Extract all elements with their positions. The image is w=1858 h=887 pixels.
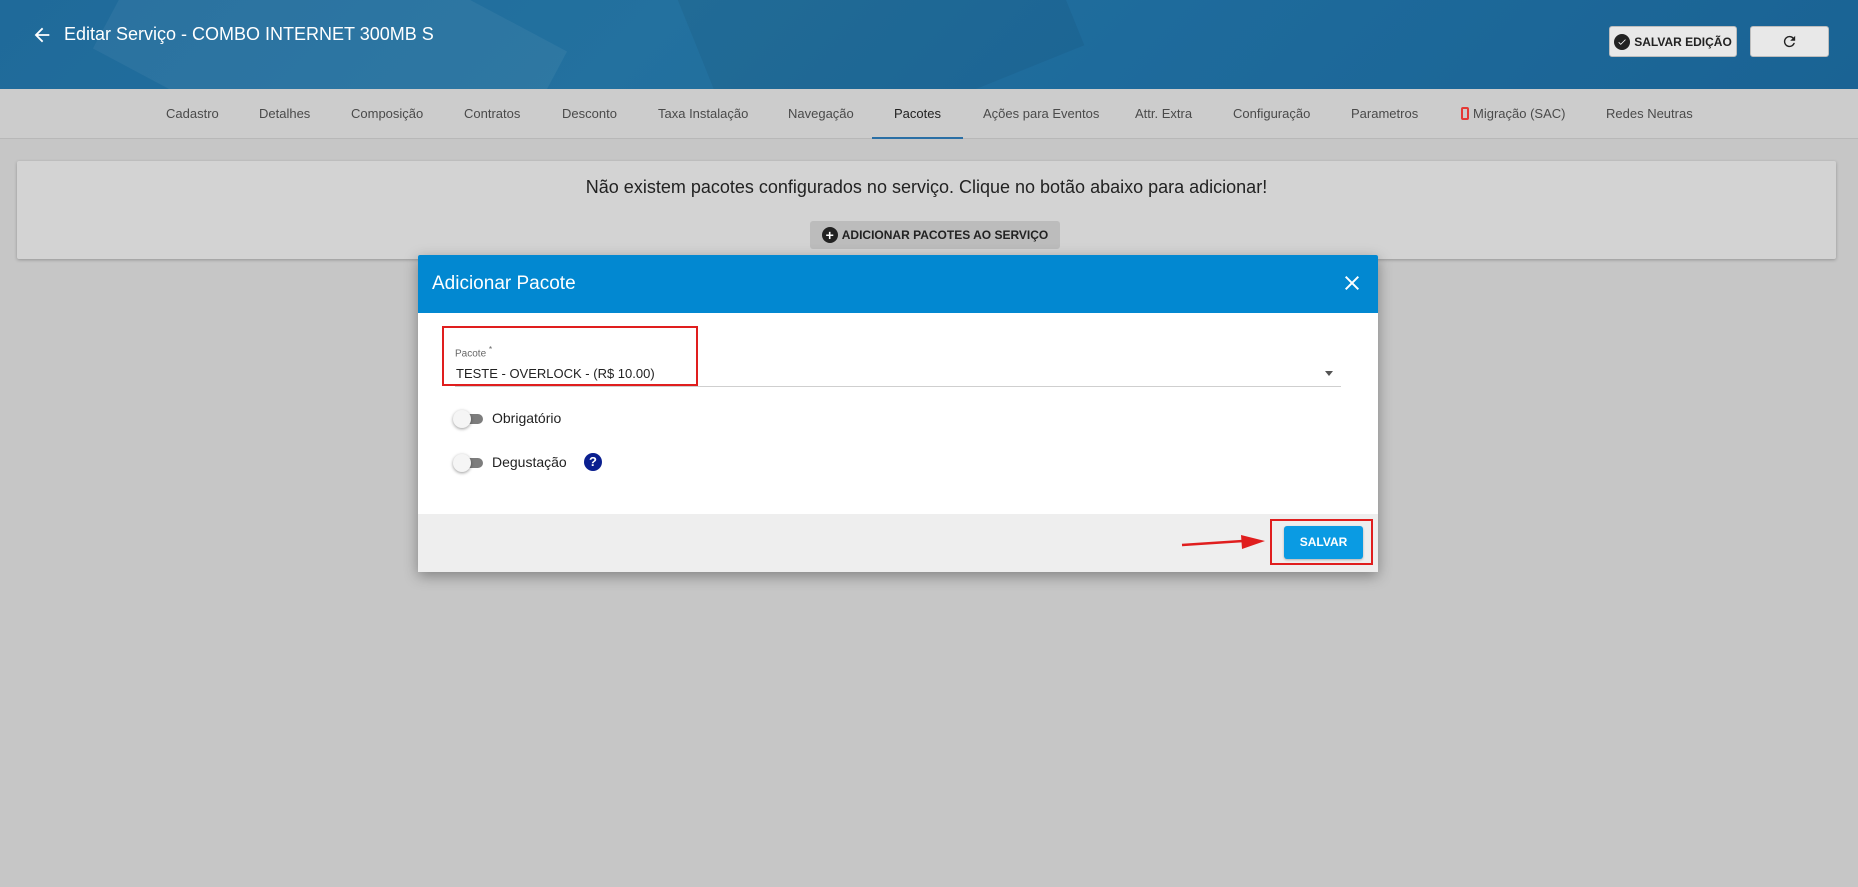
tab-bar: Cadastro Detalhes Composição Contratos D… — [0, 89, 1858, 139]
tab-desconto[interactable]: Desconto — [562, 89, 617, 139]
phone-icon — [1461, 107, 1469, 120]
tab-cadastro[interactable]: Cadastro — [166, 89, 219, 139]
toggle-knob — [453, 410, 471, 428]
obrigatorio-label: Obrigatório — [492, 410, 562, 426]
back-arrow-icon[interactable] — [28, 24, 56, 52]
header-decoration — [675, 0, 1085, 89]
save-edit-label: SALVAR EDIÇÃO — [1634, 34, 1732, 49]
degustacao-label: Degustação — [492, 454, 567, 470]
plus-circle-icon: + — [821, 227, 838, 243]
dialog-footer: SALVAR — [418, 514, 1378, 572]
check-circle-icon — [1614, 33, 1631, 50]
empty-message: Não existem pacotes configurados no serv… — [585, 177, 1268, 197]
page-title: Editar Serviço - COMBO INTERNET 300MB S — [64, 24, 434, 44]
save-button[interactable]: SALVAR — [1284, 526, 1363, 559]
tab-detalhes[interactable]: Detalhes — [259, 89, 310, 139]
help-icon[interactable]: ? — [584, 453, 602, 471]
dialog-header: Adicionar Pacote — [418, 255, 1378, 313]
obrigatorio-toggle[interactable] — [453, 410, 485, 428]
tab-acoes-eventos[interactable]: Ações para Eventos — [983, 89, 1099, 139]
tab-contratos[interactable]: Contratos — [464, 89, 520, 139]
tab-migracao-label: Migração (SAC) — [1473, 106, 1566, 121]
degustacao-toggle[interactable] — [453, 454, 485, 472]
add-packages-button[interactable]: + ADICIONAR PACOTES AO SERVIÇO — [810, 221, 1060, 249]
add-packages-label: ADICIONAR PACOTES AO SERVIÇO — [841, 228, 1049, 242]
package-select[interactable] — [455, 341, 1341, 387]
packages-empty-panel: Não existem pacotes configurados no serv… — [17, 161, 1836, 259]
tab-composicao[interactable]: Composição — [351, 89, 423, 139]
tab-taxa-instalacao[interactable]: Taxa Instalação — [658, 89, 748, 139]
tab-redes-neutras[interactable]: Redes Neutras — [1606, 89, 1693, 139]
refresh-icon — [1783, 35, 1796, 48]
red-arrow-annotation — [1181, 535, 1265, 549]
tab-configuracao[interactable]: Configuração — [1233, 89, 1310, 139]
refresh-button[interactable] — [1750, 26, 1829, 57]
add-package-dialog: Adicionar Pacote Pacote * TESTE - OVERLO… — [418, 255, 1378, 572]
tab-parametros[interactable]: Parametros — [1351, 89, 1418, 139]
toggle-knob — [453, 454, 471, 472]
tab-navegacao[interactable]: Navegação — [788, 89, 854, 139]
page-header: Editar Serviço - COMBO INTERNET 300MB S … — [0, 0, 1858, 89]
tab-pacotes[interactable]: Pacotes — [872, 89, 963, 139]
tab-attr-extra[interactable]: Attr. Extra — [1135, 89, 1192, 139]
dialog-title: Adicionar Pacote — [432, 273, 576, 294]
close-icon[interactable] — [1340, 271, 1364, 295]
tab-migracao-sac[interactable]: Migração (SAC) — [1461, 89, 1565, 139]
save-edit-button[interactable]: SALVAR EDIÇÃO — [1609, 26, 1737, 57]
